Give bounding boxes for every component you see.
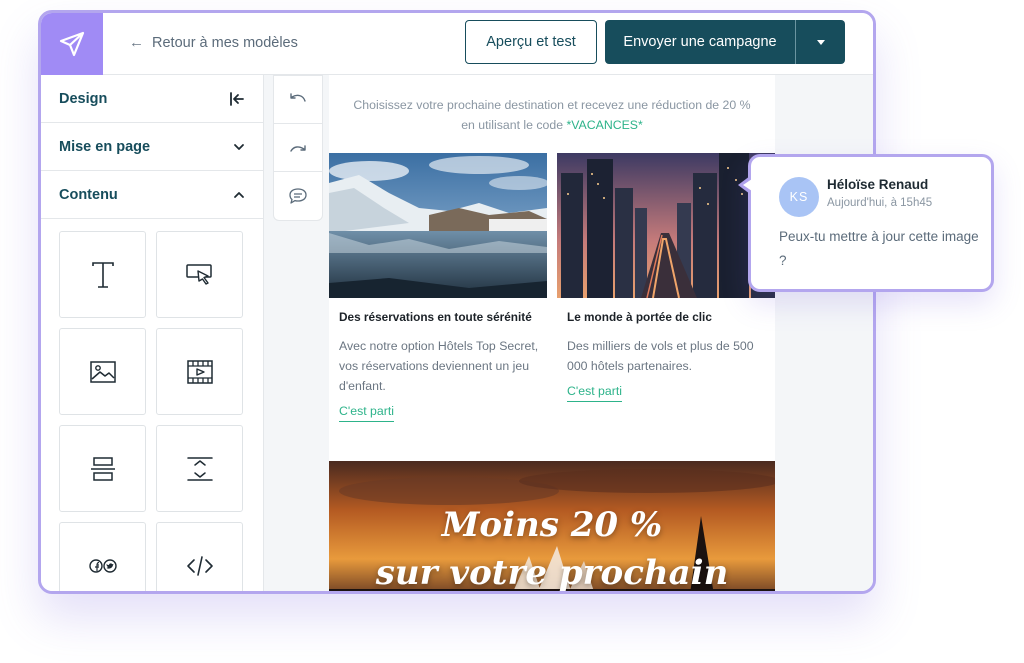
logo[interactable] — [41, 13, 103, 75]
column-right-cta-link[interactable]: C'est parti — [567, 384, 622, 402]
section-design-label: Design — [59, 90, 108, 107]
comment-text: Peux-tu mettre à jour cette image ? — [779, 229, 979, 268]
section-layout[interactable]: Mise en page — [41, 123, 263, 171]
section-design[interactable]: Design — [41, 75, 263, 123]
section-layout-label: Mise en page — [59, 138, 151, 155]
editor-window: ← Retour à mes modèles Aperçu et test En… — [38, 10, 876, 594]
banner-line-2: sur votre prochain — [375, 553, 729, 593]
html-block-icon — [186, 555, 213, 576]
avatar: KS — [779, 177, 819, 217]
email-preview: Choisissez votre prochaine destination e… — [329, 75, 775, 593]
email-column-left[interactable]: Des réservations en toute sérénité Avec … — [329, 153, 547, 422]
image-block-tile[interactable] — [59, 328, 146, 415]
undo-icon — [290, 92, 306, 102]
button-block-icon — [185, 263, 212, 285]
section-content[interactable]: Contenu — [41, 171, 263, 219]
undo-button[interactable] — [274, 76, 322, 124]
divider-block-icon — [90, 456, 115, 481]
column-right-text: Des milliers de vols et plus de 500 000 … — [567, 339, 754, 373]
send-campaign-button-group: Envoyer une campagne — [605, 20, 845, 64]
chevron-up-icon — [233, 189, 245, 201]
send-campaign-button[interactable]: Envoyer une campagne — [605, 20, 795, 64]
spacer-block-icon — [186, 456, 213, 481]
button-block-tile[interactable] — [156, 231, 243, 318]
back-to-templates-link[interactable]: ← Retour à mes modèles — [129, 34, 298, 51]
comment-button[interactable] — [274, 172, 322, 220]
column-left-text: Avec notre option Hôtels Top Secret, vos… — [339, 339, 539, 393]
redo-button[interactable] — [274, 124, 322, 172]
send-options-dropdown[interactable] — [796, 20, 845, 64]
banner-line-1: Moins 20 % — [441, 505, 663, 545]
comment-time: Aujourd'hui, à 15h45 — [827, 197, 933, 209]
promo-code: *VACANCES* — [566, 118, 643, 132]
email-intro-text: Choisissez votre prochaine destination e… — [353, 98, 751, 132]
divider-block-tile[interactable] — [59, 425, 146, 512]
paper-plane-icon — [59, 31, 85, 57]
comment-bubble[interactable]: KS Héloïse Renaud Aujourd'hui, à 15h45 P… — [748, 154, 994, 292]
video-block-icon — [186, 359, 213, 384]
collapse-left-icon[interactable] — [229, 91, 245, 107]
section-content-label: Contenu — [59, 186, 118, 203]
top-bar: ← Retour à mes modèles Aperçu et test En… — [41, 13, 873, 75]
column-right-title: Le monde à portée de clic — [567, 310, 712, 324]
caret-down-icon — [816, 39, 825, 45]
text-block-icon — [91, 261, 114, 288]
column-left-cta-link[interactable]: C'est parti — [339, 404, 394, 422]
video-block-tile[interactable] — [156, 328, 243, 415]
comment-tail-inner — [743, 179, 752, 191]
chevron-down-icon — [233, 141, 245, 153]
comment-icon — [289, 188, 307, 204]
sidebar: Design Mise en page Contenu — [41, 75, 264, 591]
image-block-icon — [89, 360, 116, 383]
spacer-block-tile[interactable] — [156, 425, 243, 512]
back-label: Retour à mes modèles — [152, 34, 298, 51]
preview-test-button[interactable]: Aperçu et test — [465, 20, 597, 64]
social-block-tile[interactable] — [59, 522, 146, 591]
content-blocks-grid — [59, 231, 249, 591]
comment-author: Héloïse Renaud — [827, 177, 929, 192]
column-left-title: Des réservations en toute sérénité — [339, 310, 532, 324]
arrow-left-icon: ← — [129, 34, 144, 51]
redo-icon — [290, 144, 306, 152]
text-block-tile[interactable] — [59, 231, 146, 318]
html-block-tile[interactable] — [156, 522, 243, 591]
stage: ← Retour à mes modèles Aperçu et test En… — [0, 0, 1024, 663]
social-block-icon — [88, 558, 117, 573]
city-night-image[interactable] — [557, 153, 775, 298]
glacier-lake-image[interactable] — [329, 153, 547, 298]
email-intro[interactable]: Choisissez votre prochaine destination e… — [345, 95, 759, 135]
promo-banner[interactable]: Moins 20 % sur votre prochain — [329, 461, 775, 593]
tool-rail — [273, 75, 323, 221]
